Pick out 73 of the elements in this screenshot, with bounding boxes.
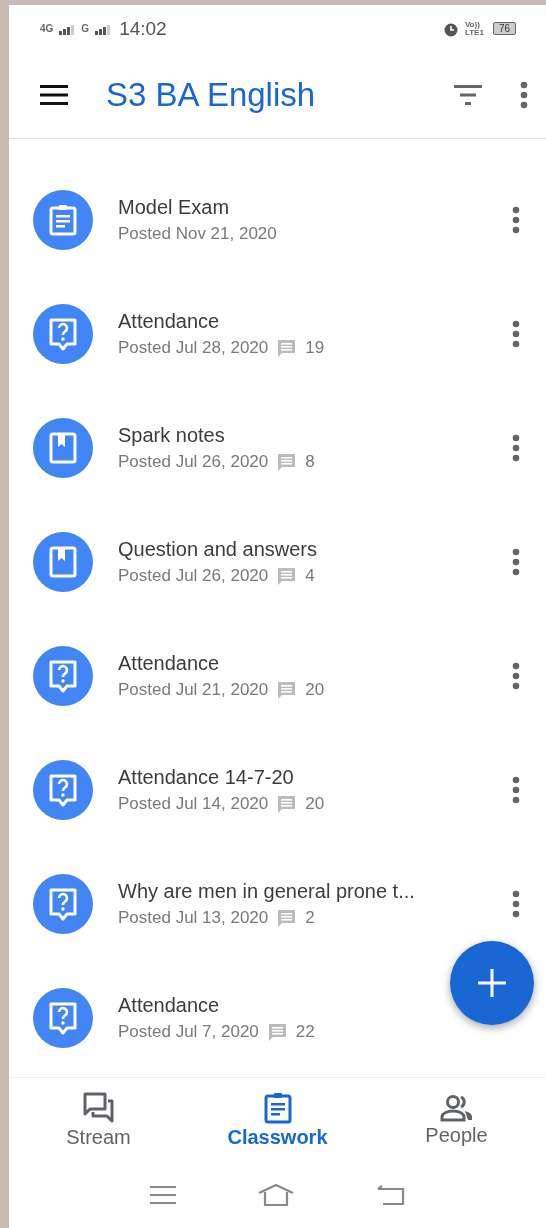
classwork-item[interactable]: Attendance Posted Jul 21, 2020 20 xyxy=(9,619,546,733)
comment-count: 22 xyxy=(295,1022,315,1042)
question-icon xyxy=(48,887,78,921)
posted-date: Posted Jul 28, 2020 xyxy=(118,338,269,358)
nav-tab[interactable]: Classwork xyxy=(188,1078,367,1162)
posted-date: Posted Nov 21, 2020 xyxy=(118,224,277,244)
item-title: Attendance xyxy=(118,994,221,1017)
question-icon xyxy=(48,773,78,807)
question-icon xyxy=(48,317,78,351)
comment-icon xyxy=(278,339,296,357)
comment-count: 20 xyxy=(305,794,325,814)
clipboard-icon xyxy=(263,1091,292,1124)
classwork-item[interactable]: Attendance Posted Jul 28, 2020 19 xyxy=(9,277,546,391)
back-icon[interactable] xyxy=(376,1185,405,1205)
nav-tab[interactable]: People xyxy=(367,1078,546,1162)
clock-time: 14:02 xyxy=(119,17,167,40)
item-title: Attendance 14-7-20 xyxy=(118,766,295,789)
item-title: Attendance xyxy=(118,310,221,333)
posted-date: Posted Jul 26, 2020 xyxy=(118,452,269,472)
more-icon xyxy=(512,776,520,804)
book-icon xyxy=(49,432,77,464)
posted-date: Posted Jul 7, 2020 xyxy=(118,1022,259,1042)
more-icon xyxy=(512,434,520,462)
item-title: Question and answers xyxy=(118,538,318,561)
more-icon xyxy=(512,548,520,576)
posted-date: Posted Jul 13, 2020 xyxy=(118,908,269,928)
chat-icon xyxy=(82,1091,115,1124)
book-icon xyxy=(49,546,77,578)
battery-level: 76 xyxy=(492,22,516,35)
more-icon xyxy=(520,81,528,109)
posted-date: Posted Jul 14, 2020 xyxy=(118,794,269,814)
comment-count: 8 xyxy=(305,452,315,472)
nav-tab[interactable]: Stream xyxy=(9,1078,188,1162)
comment-icon xyxy=(278,795,296,813)
comment-count: 20 xyxy=(305,680,325,700)
people-icon xyxy=(439,1093,474,1122)
classwork-item[interactable]: Spark notes Posted Jul 26, 2020 8 xyxy=(9,391,546,505)
home-icon[interactable] xyxy=(258,1183,295,1207)
comment-count: 2 xyxy=(305,908,315,928)
classwork-item[interactable]: Question and answers Posted Jul 26, 2020 4 xyxy=(9,505,546,619)
class-title: S3 BA English xyxy=(106,76,317,114)
menu-icon[interactable] xyxy=(150,1185,177,1205)
comment-count: 19 xyxy=(305,338,325,358)
plus-icon xyxy=(478,969,506,997)
item-title: Why are men in general prone t... xyxy=(118,880,416,903)
more-icon xyxy=(512,320,520,348)
add-button[interactable] xyxy=(450,941,534,1025)
clipboard-icon xyxy=(49,204,77,236)
signal-icon xyxy=(95,22,112,35)
item-title: Model Exam xyxy=(118,196,231,219)
comment-icon xyxy=(278,681,296,699)
comment-icon xyxy=(278,909,296,927)
classwork-item[interactable]: Why are men in general prone t... Posted Jul 13, 2020 2 xyxy=(9,847,546,961)
posted-date: Posted Jul 21, 2020 xyxy=(118,680,269,700)
question-icon xyxy=(48,1001,78,1035)
more-icon xyxy=(512,890,520,918)
comment-icon xyxy=(278,453,296,471)
comment-icon xyxy=(268,1023,286,1041)
signal-icon xyxy=(59,22,76,35)
more-icon xyxy=(512,662,520,690)
more-icon xyxy=(512,206,520,234)
question-icon xyxy=(48,659,78,693)
classwork-item[interactable]: Model Exam Posted Nov 21, 2020 xyxy=(9,163,546,277)
comment-count: 4 xyxy=(305,566,315,586)
item-title: Attendance xyxy=(118,652,221,675)
comment-icon xyxy=(278,567,296,585)
posted-date: Posted Jul 26, 2020 xyxy=(118,566,269,586)
item-title: Spark notes xyxy=(118,424,226,447)
network-label: 4G xyxy=(40,23,54,34)
classwork-item[interactable]: Attendance Posted Jul 7, 2020 22 xyxy=(9,961,546,1075)
volte-label: Vo)) LTE1 xyxy=(464,20,485,37)
network-label: G xyxy=(81,23,90,34)
classwork-item[interactable]: Attendance 14-7-20 Posted Jul 14, 2020 20 xyxy=(9,733,546,847)
